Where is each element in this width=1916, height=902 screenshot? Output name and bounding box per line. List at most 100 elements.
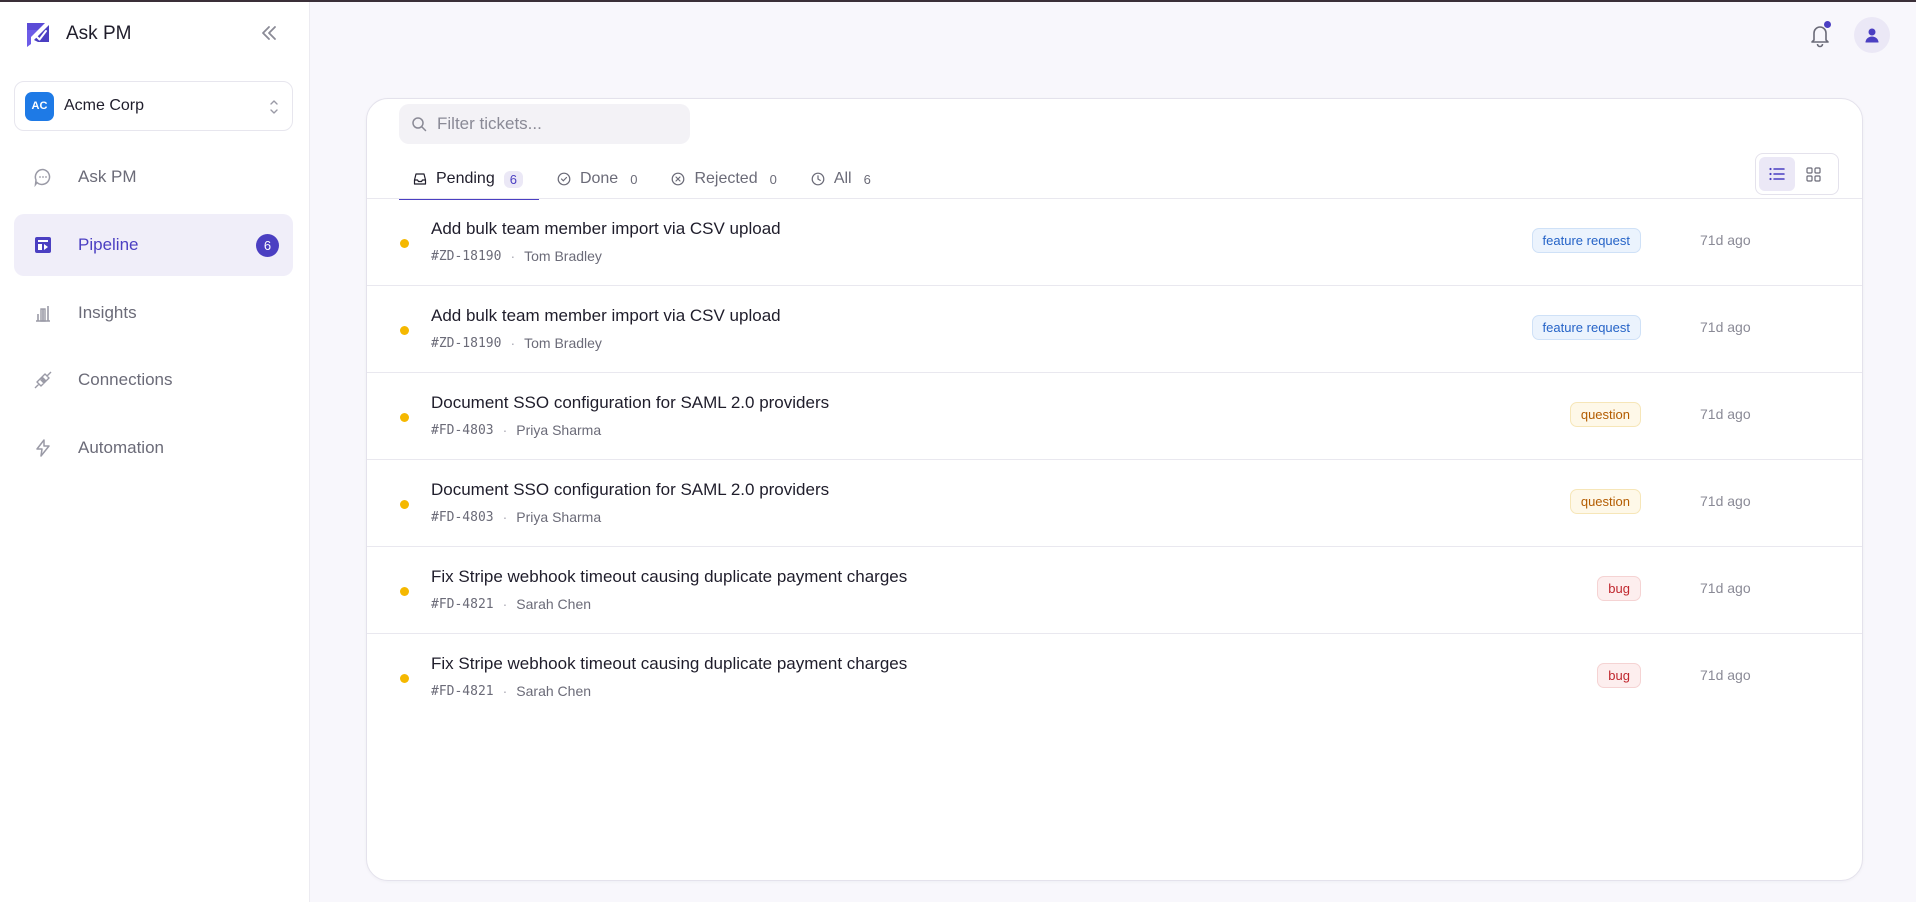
ticket-title: Add bulk team member import via CSV uplo…	[431, 306, 781, 325]
bar-chart-icon	[32, 302, 54, 324]
search-icon	[412, 117, 427, 132]
sidebar-item-insights[interactable]: Insights	[14, 282, 293, 344]
x-circle-icon	[672, 172, 685, 186]
ticket-id: #ZD-18190	[431, 335, 502, 351]
ticket-id: #FD-4821	[431, 596, 494, 612]
check-circle-icon	[557, 172, 571, 186]
ticket-tag: question	[1569, 402, 1641, 427]
ticket-row[interactable]: Fix Stripe webhook timeout causing dupli…	[367, 547, 1862, 634]
ticket-title: Document SSO configuration for SAML 2.0 …	[431, 393, 830, 412]
ticket-row[interactable]: Document SSO configuration for SAML 2.0 …	[367, 373, 1862, 460]
chevron-up-down-icon	[270, 100, 278, 114]
org-avatar: AC	[25, 91, 54, 121]
ticket-id: #FD-4803	[431, 509, 494, 525]
ticket-row[interactable]: Add bulk team member import via CSV uplo…	[367, 199, 1862, 286]
tab-count: 6	[863, 171, 871, 187]
tab-label: Pending	[436, 170, 495, 187]
org-name: Acme Corp	[64, 97, 145, 114]
plug-icon	[32, 369, 54, 391]
ticket-author: Priya Sharma	[516, 422, 602, 438]
clock-icon	[811, 172, 825, 186]
tab-rejected[interactable]: Rejected 0	[657, 159, 792, 199]
ticket-meta: #FD-4821 · Sarah Chen	[431, 683, 591, 699]
organization-selector[interactable]: AC Acme Corp	[14, 81, 293, 131]
pipeline-count-badge: 6	[256, 234, 279, 257]
tab-label: Rejected	[694, 170, 758, 187]
lightning-icon	[32, 437, 54, 459]
app-logo-icon	[27, 23, 49, 47]
sidebar-item-connections[interactable]: Connections	[14, 349, 293, 411]
pending-status-dot	[400, 326, 409, 335]
ticket-tag: feature request	[1531, 228, 1641, 253]
ticket-meta: #FD-4803 · Priya Sharma	[431, 422, 601, 438]
user-icon	[1865, 28, 1879, 43]
sidebar-item-label: Ask PM	[78, 167, 137, 186]
pending-status-dot	[400, 239, 409, 248]
ticket-title: Document SSO configuration for SAML 2.0 …	[431, 480, 830, 499]
ticket-tag: feature request	[1531, 315, 1641, 340]
ticket-time: 71d ago	[1700, 406, 1751, 422]
tab-count: 6	[503, 170, 523, 188]
tab-count: 0	[630, 171, 638, 187]
ticket-id: #FD-4803	[431, 422, 494, 438]
pending-status-dot	[400, 500, 409, 509]
ticket-author: Tom Bradley	[524, 335, 602, 351]
ticket-title: Fix Stripe webhook timeout causing dupli…	[431, 567, 908, 586]
pipeline-icon	[32, 234, 54, 256]
user-menu-button[interactable]	[1854, 17, 1890, 53]
ticket-meta: #ZD-18190 · Tom Bradley	[431, 248, 602, 264]
pending-status-dot	[400, 674, 409, 683]
status-tabs: Pending 6 Done 0 Rejected 0 All 6	[399, 159, 891, 200]
ticket-title: Add bulk team member import via CSV uplo…	[431, 219, 781, 238]
tab-label: All	[833, 170, 852, 187]
ticket-time: 71d ago	[1700, 493, 1751, 509]
ticket-author: Sarah Chen	[516, 596, 592, 612]
tab-count: 0	[769, 171, 777, 187]
meta-separator: ·	[502, 683, 508, 699]
ticket-author: Sarah Chen	[516, 683, 592, 699]
ticket-id: #FD-4821	[431, 683, 494, 699]
notification-dot	[1824, 21, 1831, 28]
ticket-author: Priya Sharma	[516, 509, 602, 525]
meta-separator: ·	[510, 335, 516, 351]
ticket-id: #ZD-18190	[431, 248, 502, 264]
search-input[interactable]	[437, 114, 677, 134]
ticket-tag: question	[1569, 489, 1641, 514]
ticket-time: 71d ago	[1700, 232, 1751, 248]
ticket-author: Tom Bradley	[524, 248, 602, 264]
ticket-tag: bug	[1597, 576, 1641, 601]
ticket-list: Add bulk team member import via CSV uplo…	[367, 199, 1862, 721]
grid-view-button[interactable]	[1795, 157, 1831, 191]
ticket-row[interactable]: Fix Stripe webhook timeout causing dupli…	[367, 634, 1862, 721]
ticket-tag: bug	[1597, 663, 1641, 688]
tab-pending[interactable]: Pending 6	[399, 159, 539, 200]
view-toggle	[1755, 153, 1839, 195]
tab-done[interactable]: Done 0	[543, 159, 653, 199]
tab-label: Done	[579, 170, 619, 187]
sidebar-item-pipeline[interactable]: Pipeline 6	[14, 214, 293, 276]
meta-separator: ·	[502, 509, 508, 525]
sidebar-item-automation[interactable]: Automation	[14, 417, 293, 479]
meta-separator: ·	[510, 248, 516, 264]
sidebar-item-label: Insights	[78, 303, 137, 322]
sidebar: Ask PM AC Acme Corp Ask PM Pipeline 6 In…	[0, 2, 310, 902]
ticket-meta: #ZD-18190 · Tom Bradley	[431, 335, 602, 351]
sidebar-item-label: Pipeline	[78, 235, 139, 254]
notifications-button[interactable]	[1806, 20, 1834, 48]
ticket-time: 71d ago	[1700, 580, 1751, 596]
tab-all[interactable]: All 6	[797, 159, 887, 199]
ticket-row[interactable]: Add bulk team member import via CSV uplo…	[367, 286, 1862, 373]
ticket-row[interactable]: Document SSO configuration for SAML 2.0 …	[367, 460, 1862, 547]
collapse-sidebar-icon[interactable]	[258, 22, 280, 44]
ticket-meta: #FD-4803 · Priya Sharma	[431, 509, 601, 525]
pending-status-dot	[400, 587, 409, 596]
ticket-time: 71d ago	[1700, 319, 1751, 335]
meta-separator: ·	[502, 422, 508, 438]
brand[interactable]: Ask PM	[24, 18, 131, 50]
chat-bubble-icon	[32, 166, 54, 188]
search-box[interactable]	[399, 104, 690, 144]
sidebar-item-ask-pm[interactable]: Ask PM	[14, 146, 293, 208]
grid-icon	[1805, 166, 1821, 182]
inbox-icon	[413, 173, 427, 185]
list-view-button[interactable]	[1759, 157, 1795, 191]
